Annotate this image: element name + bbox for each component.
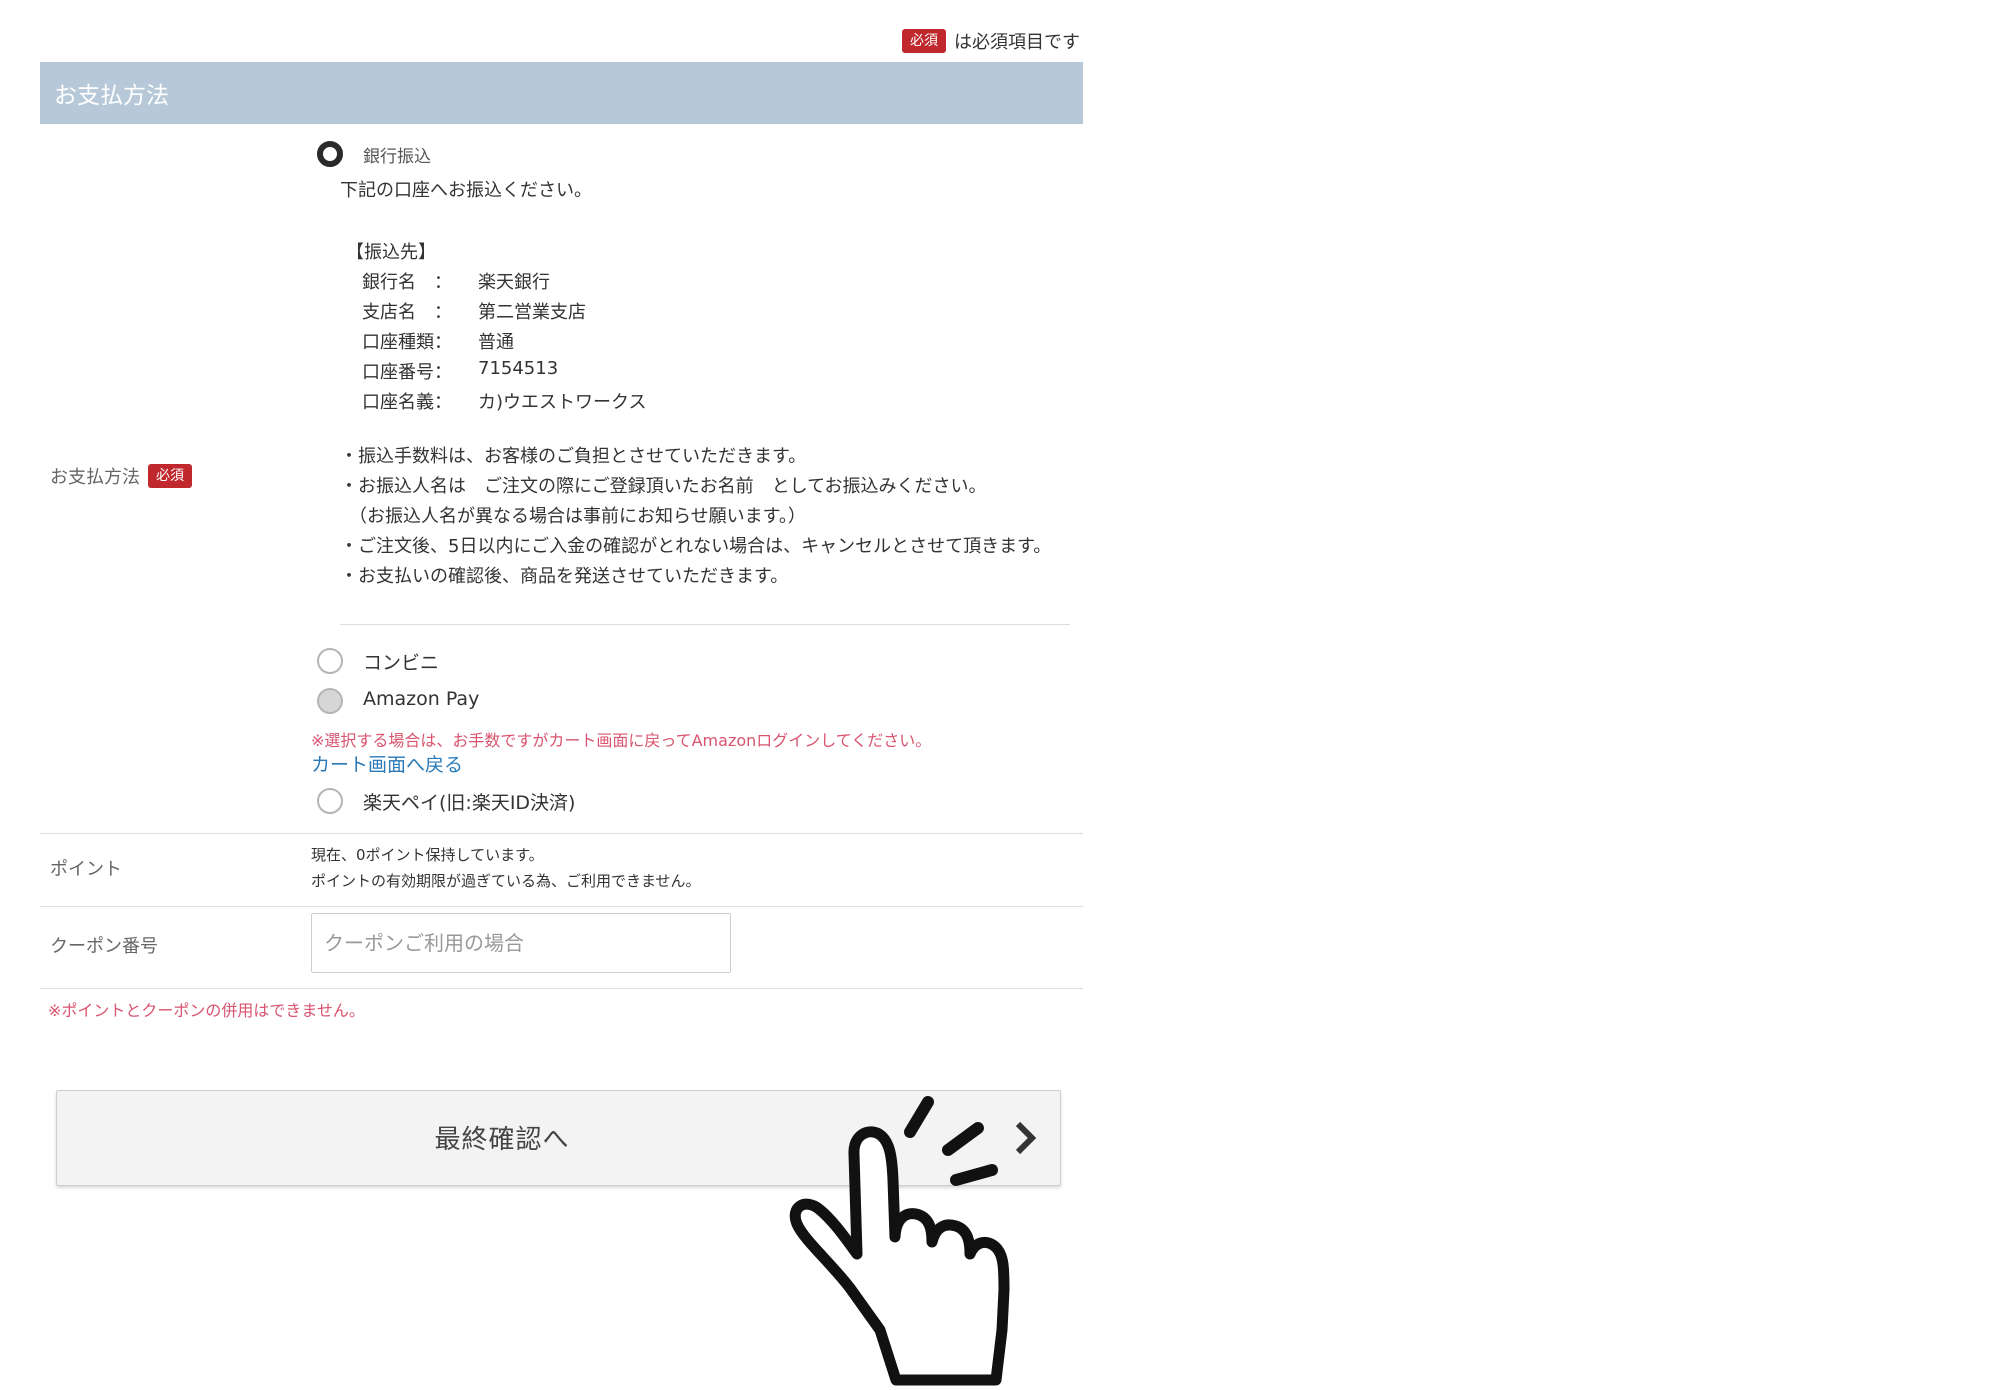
radio-convenience-store[interactable] [317, 648, 343, 674]
coupon-label: クーポン番号 [50, 932, 158, 958]
bank-row-value: カ)ウエストワークス [478, 392, 647, 413]
radio-amazon-pay[interactable] [317, 688, 343, 714]
points-label: ポイント [50, 855, 122, 881]
row-divider [40, 988, 1083, 989]
bank-row-key: 銀行名 ： [362, 272, 452, 293]
section-header: お支払方法 [40, 62, 1083, 124]
required-legend-text: は必須項目です [954, 32, 1080, 53]
bank-row-value: 7154513 [478, 358, 559, 379]
points-coupon-warning: ※ポイントとクーポンの併用はできません。 [48, 1001, 365, 1020]
coupon-input[interactable] [311, 913, 731, 973]
bank-row-key: 口座名義： [362, 392, 452, 413]
points-line: 現在、0ポイント保持しています。 [311, 846, 544, 864]
bank-notes: ・振込手数料は、お客様のご負担とさせていただきます。 ・お振込人名は ご注文の際… [340, 442, 1080, 592]
option-label-bank-transfer[interactable]: 銀行振込 [363, 142, 431, 167]
radio-rakuten-pay[interactable] [317, 788, 343, 814]
amazon-pay-warning: ※選択する場合は、お手数ですがカート画面に戻ってAmazonログインしてください… [311, 731, 932, 750]
option-label-amazon-pay[interactable]: Amazon Pay [363, 688, 479, 710]
points-info: 現在、0ポイント保持しています。 ポイントの有効期限が過ぎている為、ご利用できま… [311, 842, 701, 894]
option-label-convenience-store[interactable]: コンビニ [363, 648, 439, 675]
row-divider [40, 906, 1083, 907]
payment-method-label: お支払方法 必須 [50, 463, 192, 489]
row-divider [40, 833, 1083, 834]
option-label-rakuten-pay[interactable]: 楽天ペイ(旧:楽天ID決済) [363, 788, 575, 815]
bank-row-key: 口座番号： [362, 362, 452, 383]
required-badge: 必須 [902, 29, 946, 53]
required-legend: 必須 は必須項目です [902, 28, 1080, 54]
tap-hand-icon [789, 1096, 1010, 1386]
points-line: ポイントの有効期限が過ぎている為、ご利用できません。 [311, 872, 701, 890]
bank-note: （お振込人名が異なる場合は事前にお知らせ願います。） [340, 506, 806, 527]
bank-note: ・お振込人名は ご注文の際にご登録頂いたお名前 としてお振込みください。 [340, 476, 987, 497]
bank-row-value: 普通 [478, 332, 514, 353]
section-title: お支払方法 [54, 83, 169, 109]
back-to-cart-link[interactable]: カート画面へ戻る [311, 750, 463, 777]
bank-divider [340, 624, 1070, 625]
bank-intro: 下記の口座へお振込ください。 [340, 180, 592, 201]
bank-row-key: 支店名 ： [362, 302, 452, 323]
bank-note: ・振込手数料は、お客様のご負担とさせていただきます。 [340, 446, 807, 467]
payment-method-label-text: お支払方法 [50, 467, 140, 488]
bank-note: ・ご注文後、5日以内にご入金の確認がとれない場合は、キャンセルとさせて頂きます。 [340, 536, 1052, 557]
bank-heading: 【振込先】 [346, 242, 436, 263]
points-label-text: ポイント [50, 859, 122, 880]
radio-bank-transfer[interactable] [317, 141, 343, 167]
bank-row-key: 口座種類： [362, 332, 452, 353]
bank-row-value: 第二営業支店 [478, 302, 586, 323]
bank-row-value: 楽天銀行 [478, 272, 550, 293]
bank-note: ・お支払いの確認後、商品を発送させていただきます。 [340, 566, 789, 587]
coupon-label-text: クーポン番号 [50, 936, 158, 957]
required-badge: 必須 [148, 464, 192, 488]
